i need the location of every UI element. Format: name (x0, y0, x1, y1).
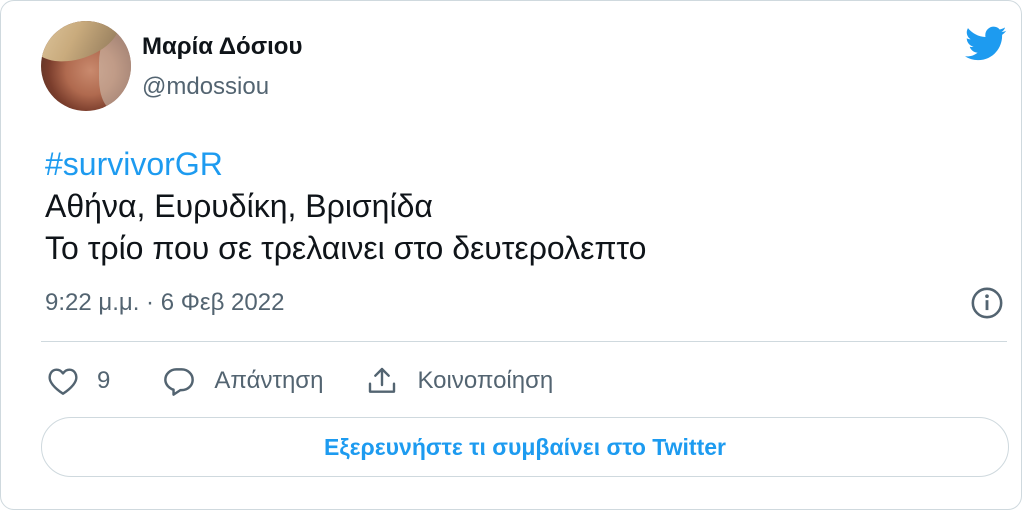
divider (41, 341, 1007, 342)
tweet-text: #survivorGR Αθήνα, Ευρυδίκη, Βρισηίδα Το… (45, 143, 646, 269)
tweet-card: Μαρία Δόσιου @mdossiou #survivorGR Αθήνα… (0, 0, 1022, 510)
author-handle[interactable]: @mdossiou (142, 73, 269, 101)
tweet-actions: 9 Απάντηση Κοινοποίηση (47, 359, 553, 403)
hashtag-link[interactable]: #survivorGR (45, 143, 646, 185)
reply-button[interactable]: Απάντηση (162, 366, 365, 396)
avatar[interactable] (41, 21, 131, 111)
heart-icon (48, 368, 78, 395)
like-count: 9 (97, 367, 111, 394)
info-icon[interactable] (970, 286, 1004, 320)
tweet-line-2: Το τρίο που σε τρελαινει στο δευτερολεπτ… (45, 230, 647, 266)
tweet-timestamp[interactable]: 9:22 μ.μ. · 6 Φεβ 2022 (45, 289, 284, 317)
share-label: Κοινοποίηση (417, 367, 554, 394)
like-button[interactable]: 9 (47, 366, 162, 396)
author-display-name[interactable]: Μαρία Δόσιου (142, 33, 302, 61)
reply-bubble-icon (164, 368, 195, 396)
reply-label: Απάντηση (214, 367, 324, 394)
share-button[interactable]: Κοινοποίηση (365, 365, 553, 397)
explore-twitter-button[interactable]: Εξερευνήστε τι συμβαίνει στο Twitter (41, 417, 1009, 477)
share-icon (369, 367, 396, 393)
tweet-line-1: Αθήνα, Ευρυδίκη, Βρισηίδα (45, 188, 433, 224)
twitter-bird-icon[interactable] (965, 26, 1007, 62)
